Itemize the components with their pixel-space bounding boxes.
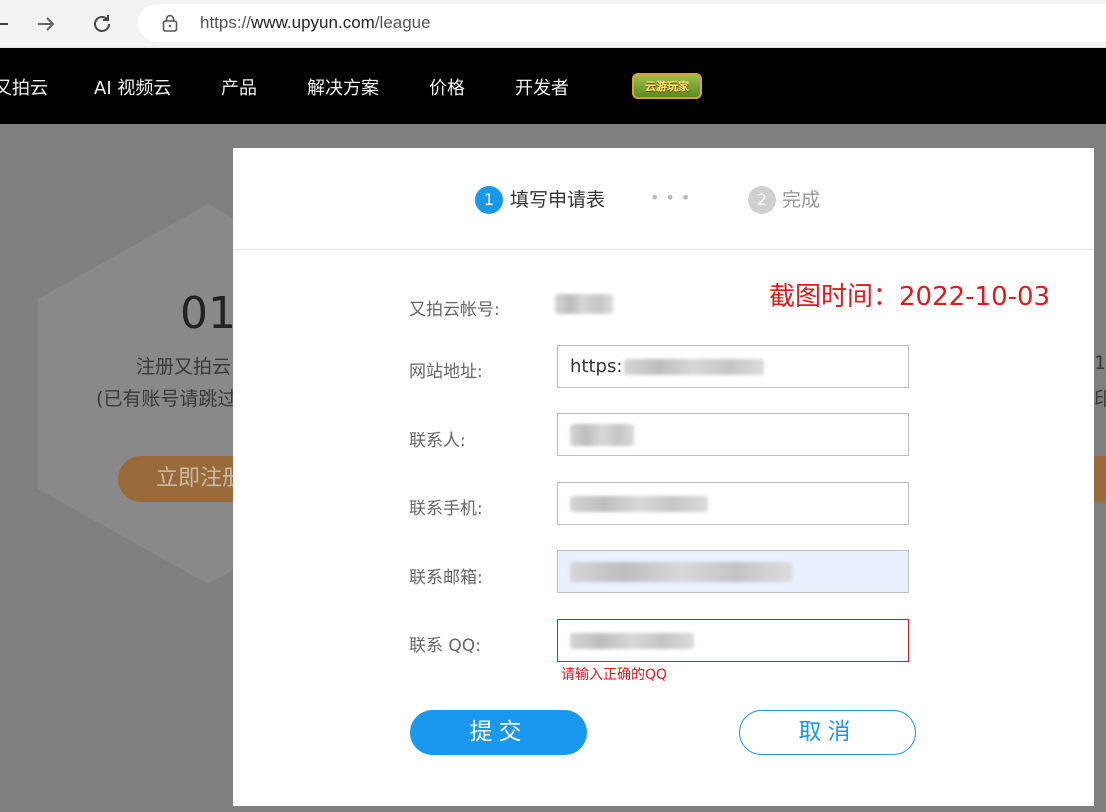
qq-label: 联系 QQ: — [409, 636, 481, 656]
step-dots: ••• — [650, 188, 697, 207]
qq-error-message: 请输入正确的QQ — [561, 667, 668, 683]
url-text: https://www.upyun.com/league — [200, 13, 431, 32]
account-value — [555, 293, 615, 315]
website-input[interactable]: https: — [557, 345, 909, 388]
step-indicator: 1 填写申请表 ••• 2 完成 — [233, 148, 1094, 250]
reload-icon[interactable] — [88, 10, 116, 38]
nav-item-products[interactable]: 产品 — [221, 74, 257, 100]
nav-item-ai-video-cloud[interactable]: AI 视频云 — [94, 74, 171, 100]
site-navbar: 又拍云 AI 视频云 产品 解决方案 价格 开发者 — [0, 48, 1106, 124]
bg-step-subtext: (已有账号请跳过 — [96, 388, 237, 410]
bg-right-button — [1092, 456, 1106, 502]
phone-label: 联系手机: — [409, 499, 483, 519]
browser-toolbar: https://www.upyun.com/league — [0, 0, 1106, 48]
nav-item-brand[interactable]: 又拍云 — [0, 74, 48, 100]
website-label: 网站地址: — [409, 362, 483, 382]
email-input[interactable] — [557, 550, 909, 593]
step-2-badge: 2 — [748, 186, 776, 214]
submit-button[interactable]: 提交 — [410, 710, 587, 755]
step-2-label: 完成 — [782, 189, 821, 211]
contact-label: 联系人: — [409, 431, 466, 451]
phone-input[interactable] — [557, 482, 909, 525]
back-arrow-icon[interactable] — [0, 10, 14, 38]
application-modal: 1 填写申请表 ••• 2 完成 截图时间：2022-10-03 又拍云帐号: … — [233, 148, 1094, 806]
address-bar[interactable]: https://www.upyun.com/league — [138, 4, 1106, 42]
event-badge-logo[interactable]: 云游玩家 — [632, 73, 702, 99]
step-1-label: 填写申请表 — [510, 189, 606, 211]
email-label: 联系邮箱: — [409, 568, 483, 588]
bg-right-text: 1 — [1094, 352, 1106, 374]
nav-item-pricing[interactable]: 价格 — [429, 74, 465, 100]
bg-step-text: 注册又拍云 — [136, 356, 232, 378]
step-1-badge: 1 — [475, 186, 503, 214]
nav-item-solutions[interactable]: 解决方案 — [307, 74, 379, 100]
account-label: 又拍云帐号: — [409, 300, 500, 320]
qq-input[interactable] — [557, 619, 909, 662]
lock-icon[interactable] — [162, 14, 178, 32]
screenshot-timestamp: 截图时间：2022-10-03 — [769, 282, 1051, 312]
nav-item-developers[interactable]: 开发者 — [515, 74, 569, 100]
cancel-button[interactable]: 取消 — [739, 710, 916, 755]
bg-step-number: 01 — [180, 288, 236, 339]
contact-input[interactable] — [557, 413, 909, 456]
forward-arrow-icon[interactable] — [32, 10, 60, 38]
bg-right-subtext: 印 — [1094, 388, 1106, 410]
